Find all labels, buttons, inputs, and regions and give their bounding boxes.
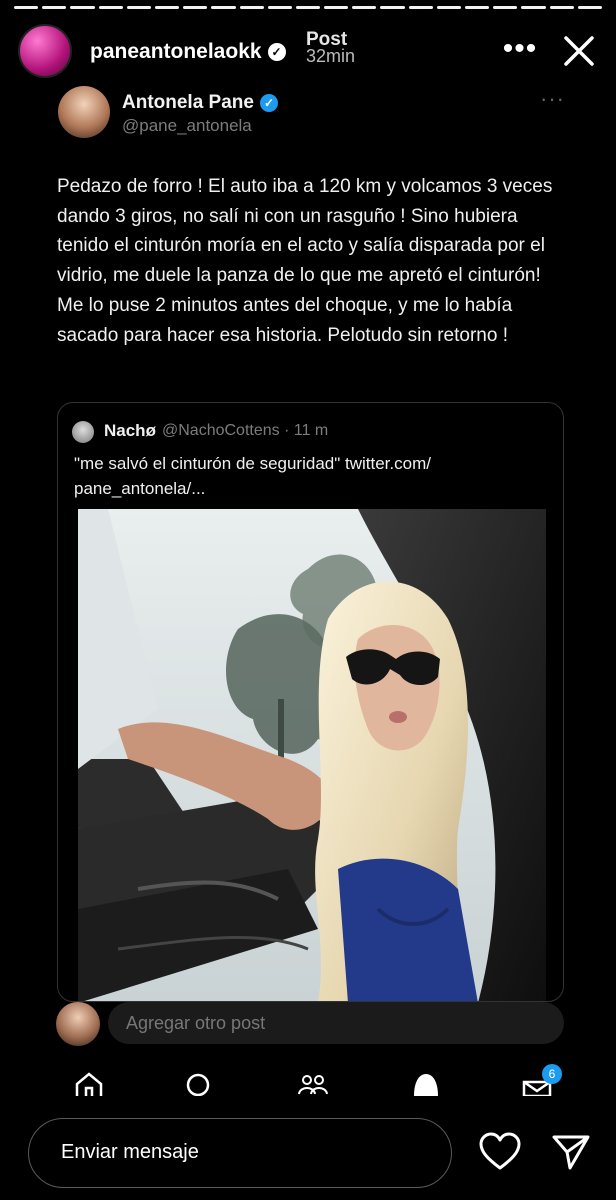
home-icon[interactable] <box>74 1072 104 1096</box>
quoted-author-name: Nachø <box>104 421 156 440</box>
verified-badge-icon: ✓ <box>267 43 286 61</box>
bottom-nav: 6 <box>0 1064 616 1096</box>
send-icon[interactable] <box>552 1134 590 1170</box>
messages-badge: 6 <box>542 1064 562 1084</box>
tweet-author-avatar[interactable] <box>58 86 110 138</box>
send-message-input[interactable]: Enviar mensaje <box>28 1118 452 1188</box>
close-icon[interactable] <box>558 30 600 72</box>
quoted-video-thumbnail[interactable] <box>78 509 546 1001</box>
story-progress-bar <box>14 6 602 9</box>
story-progress-segment <box>239 6 264 9</box>
search-icon[interactable] <box>184 1072 214 1096</box>
story-progress-segment <box>549 6 574 9</box>
quoted-author-avatar <box>72 421 94 443</box>
story-progress-segment <box>577 6 602 9</box>
story-avatar[interactable] <box>18 24 72 78</box>
story-progress-segment <box>211 6 236 9</box>
story-progress-segment <box>436 6 461 9</box>
story-progress-segment <box>98 6 123 9</box>
story-progress-segment <box>267 6 292 9</box>
story-progress-segment <box>352 6 377 9</box>
story-progress-segment <box>154 6 180 9</box>
story-progress-segment <box>465 6 490 9</box>
story-progress-segment <box>408 6 433 9</box>
tweet-author-name-text: Antonela Pane <box>122 92 254 113</box>
story-progress-segment <box>380 6 405 9</box>
heart-icon[interactable] <box>478 1132 522 1172</box>
quoted-tweet[interactable]: Nachø @NachoCottens · 11 m "me salvó el … <box>57 402 564 1002</box>
video-frame-image <box>78 509 546 1001</box>
story-time: 32min <box>306 46 356 66</box>
story-progress-segment <box>14 6 39 9</box>
story-progress-segment <box>521 6 546 9</box>
story-header: paneantonelaokk ✓ Post 32min ••• <box>18 24 598 80</box>
story-progress-segment <box>295 6 321 9</box>
story-progress-segment <box>324 6 349 9</box>
story-username-text: paneantonelaokk <box>90 40 262 63</box>
communities-icon[interactable] <box>298 1072 328 1096</box>
story-progress-segment <box>70 6 95 9</box>
tweet-more-icon[interactable]: ··· <box>540 86 565 112</box>
quoted-author-handle: @NachoCottens · 11 m <box>162 422 329 439</box>
add-post-input[interactable]: Agregar otro post <box>108 1002 564 1044</box>
reply-avatar <box>56 1002 100 1046</box>
quoted-tweet-text: "me salvó el cinturón de seguridad" twit… <box>74 454 431 498</box>
story-username[interactable]: paneantonelaokk ✓ <box>90 40 286 64</box>
story-progress-segment <box>183 6 208 9</box>
story-progress-segment <box>493 6 518 9</box>
tweet-author-name[interactable]: Antonela Pane ✓ <box>122 92 278 114</box>
story-meta: Post 32min <box>306 30 356 66</box>
story-progress-segment <box>42 6 67 9</box>
story-progress-segment <box>126 6 151 9</box>
notifications-icon[interactable] <box>411 1072 441 1096</box>
tweet-text: Pedazo de forro ! El auto iba a 120 km y… <box>57 176 553 346</box>
verified-badge-icon: ✓ <box>259 94 278 112</box>
tweet-author-handle: @pane_antonela <box>122 116 252 135</box>
more-options-button[interactable]: ••• <box>500 34 540 70</box>
